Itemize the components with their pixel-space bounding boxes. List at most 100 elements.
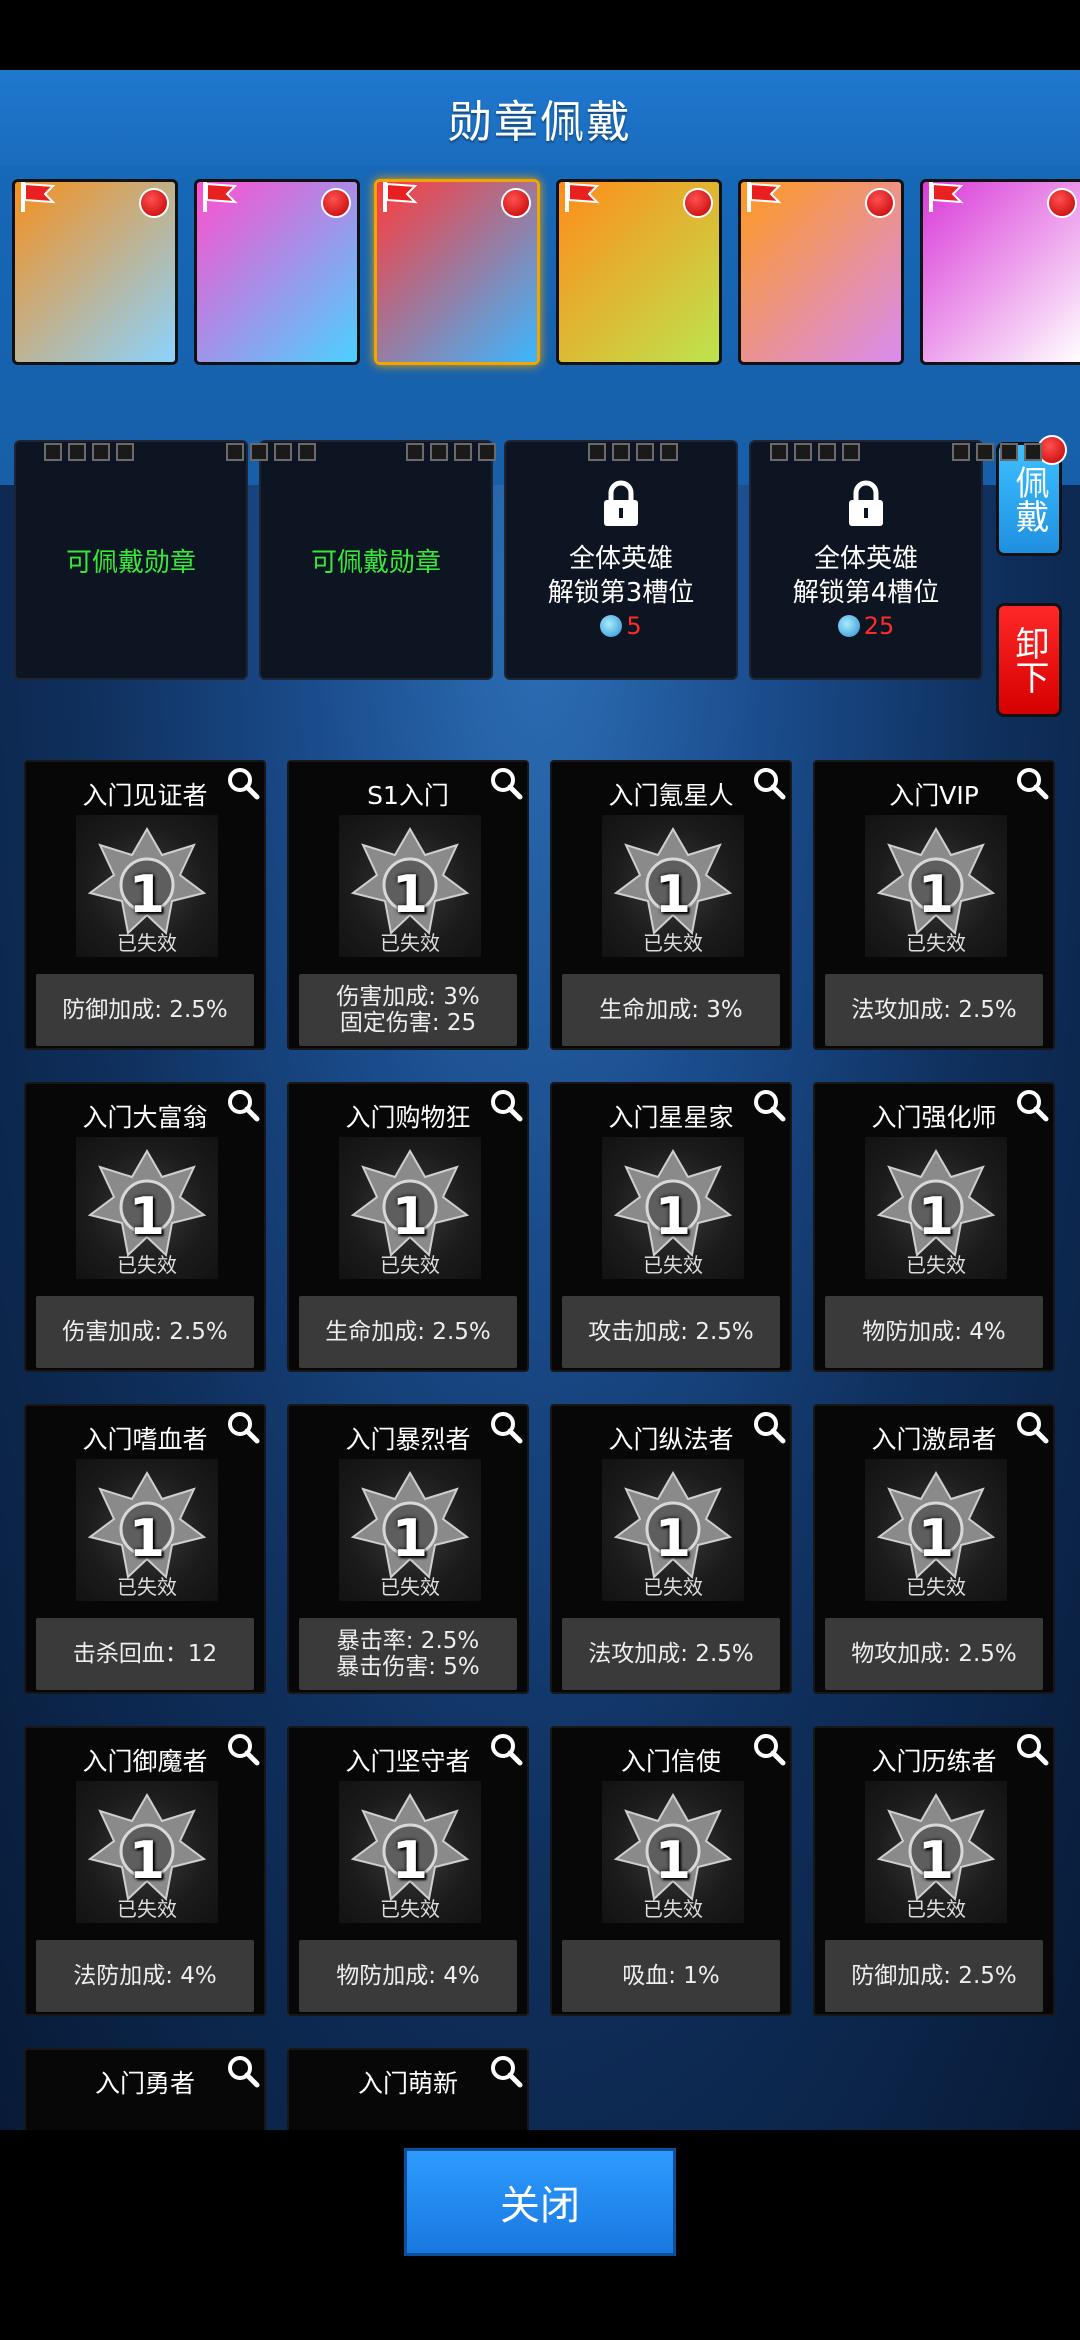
top-bar [0,0,1080,70]
medal-card[interactable]: S1入门 1 已失效 伤害加成: 3% 固定伤害: 25 [287,760,529,1050]
slot-indicator [1024,443,1042,461]
medal-level: 1 [391,1187,429,1247]
hero-card[interactable] [556,179,722,365]
medal-card[interactable]: 入门购物狂 1 已失效 生命加成: 2.5% [287,1082,529,1372]
remove-button[interactable]: 卸下 [996,603,1062,717]
magnifier-icon[interactable] [1015,1410,1049,1444]
magnifier-icon[interactable] [752,1410,786,1444]
medal-status: 已失效 [643,1575,703,1599]
medal-status: 已失效 [380,1897,440,1921]
medal-stat: 法防加成: 4% [73,1963,217,1989]
flag-icon [565,182,600,212]
medal-card[interactable]: 入门勇者 [24,2048,266,2130]
medal-card[interactable]: 入门星星家 1 已失效 攻击加成: 2.5% [550,1082,792,1372]
magnifier-icon[interactable] [489,1410,523,1444]
medal-card[interactable]: 入门信使 1 已失效 吸血: 1% [550,1726,792,2016]
notification-dot [321,188,351,218]
magnifier-icon[interactable] [752,1088,786,1122]
magnifier-icon[interactable] [489,766,523,800]
hero-card[interactable] [374,179,540,365]
medal-stat: 生命加成: 3% [599,997,743,1023]
medal-card[interactable]: 入门大富翁 1 已失效 伤害加成: 2.5% [24,1082,266,1372]
medal-card[interactable]: 入门暴烈者 1 已失效 暴击率: 2.5% 暴击伤害: 5% [287,1404,529,1694]
diamond-icon [837,615,860,637]
medal-stat: 法攻加成: 2.5% [851,997,1017,1023]
hero-card[interactable] [738,179,904,365]
medal-badge-icon: 1 已失效 [339,815,481,957]
magnifier-icon[interactable] [752,766,786,800]
medal-card[interactable]: 入门纵法者 1 已失效 法攻加成: 2.5% [550,1404,792,1694]
slot-indicator [274,443,292,461]
slot-indicator [818,443,836,461]
slot-indicator [660,443,678,461]
medal-card[interactable]: 入门坚守者 1 已失效 物防加成: 4% [287,1726,529,2016]
magnifier-icon[interactable] [226,1410,260,1444]
medal-badge-icon: 1 已失效 [76,815,218,957]
medal-card[interactable]: 入门见证者 1 已失效 防御加成: 2.5% [24,760,266,1050]
hero-card[interactable] [12,179,178,365]
magnifier-icon[interactable] [1015,1732,1049,1766]
medal-card[interactable]: 入门氪星人 1 已失效 生命加成: 3% [550,760,792,1050]
medal-status: 已失效 [643,1253,703,1277]
magnifier-icon[interactable] [489,2054,523,2088]
medal-stat-box: 法攻加成: 2.5% [562,1618,780,1690]
medal-stat-box: 物攻加成: 2.5% [825,1618,1043,1690]
magnifier-icon[interactable] [1015,766,1049,800]
slot-indicator [952,443,970,461]
medal-badge-icon: 1 已失效 [865,1781,1007,1923]
medal-card[interactable]: 入门嗜血者 1 已失效 击杀回血：12 [24,1404,266,1694]
magnifier-icon[interactable] [226,1732,260,1766]
medal-status: 已失效 [380,931,440,955]
medal-level: 1 [128,1187,166,1247]
magnifier-icon[interactable] [226,766,260,800]
magnifier-icon[interactable] [489,1732,523,1766]
hero-card[interactable] [920,179,1080,365]
close-button[interactable]: 关闭 [404,2148,676,2256]
medal-card[interactable]: 入门VIP 1 已失效 法攻加成: 2.5% [813,760,1055,1050]
medal-slot-2[interactable]: 可佩戴勋章 [259,440,493,680]
hero-card[interactable] [194,179,360,365]
magnifier-icon[interactable] [226,2054,260,2088]
medal-stat-box: 暴击率: 2.5% 暴击伤害: 5% [299,1618,517,1690]
magnifier-icon[interactable] [752,1732,786,1766]
flag-icon [383,182,418,212]
flag-icon [21,182,56,212]
medal-card[interactable]: 入门强化师 1 已失效 物防加成: 4% [813,1082,1055,1372]
slot-indicator [612,443,630,461]
page-title: 勋章佩戴 [448,96,632,148]
medal-stat: 生命加成: 2.5% [325,1319,491,1345]
medal-level: 1 [128,1509,166,1569]
magnifier-icon[interactable] [226,1088,260,1122]
medal-stat-box: 物防加成: 4% [299,1940,517,2012]
slot-indicator [430,443,448,461]
medal-stat: 固定伤害: 25 [339,1010,477,1036]
medal-card[interactable]: 入门萌新 [287,2048,529,2130]
medal-card[interactable]: 入门激昂者 1 已失效 物攻加成: 2.5% [813,1404,1055,1694]
medal-panel: 勋章佩戴 可佩戴勋章 可佩戴勋章 全体英雄 解锁第3槽位 5 全体英雄 解锁第4… [0,70,1080,2130]
medal-stat: 暴击率: 2.5% [336,1628,480,1654]
medal-stat-box: 生命加成: 3% [562,974,780,1046]
medal-status: 已失效 [117,931,177,955]
medal-slot-1[interactable]: 可佩戴勋章 [14,440,248,680]
slot-indicator [478,443,496,461]
slot-indicator [636,443,654,461]
medal-level: 1 [654,1831,692,1891]
slot-indicator [116,443,134,461]
medal-level: 1 [391,865,429,925]
medal-status: 已失效 [643,931,703,955]
medal-level: 1 [917,1509,955,1569]
medal-card[interactable]: 入门御魔者 1 已失效 法防加成: 4% [24,1726,266,2016]
lock-icon [849,480,883,526]
slot-label: 可佩戴勋章 [310,547,441,578]
magnifier-icon[interactable] [489,1088,523,1122]
medal-slot-4-locked[interactable]: 全体英雄 解锁第4槽位 25 [749,440,983,680]
medal-stat: 物防加成: 4% [336,1963,480,1989]
medal-stat-box: 防御加成: 2.5% [36,974,254,1046]
medal-badge-icon: 1 已失效 [865,1459,1007,1601]
medal-card[interactable]: 入门历练者 1 已失效 防御加成: 2.5% [813,1726,1055,2016]
flag-icon [747,182,782,212]
medal-slot-3-locked[interactable]: 全体英雄 解锁第3槽位 5 [504,440,738,680]
medal-level: 1 [917,1831,955,1891]
magnifier-icon[interactable] [1015,1088,1049,1122]
cost-value: 5 [626,612,642,640]
